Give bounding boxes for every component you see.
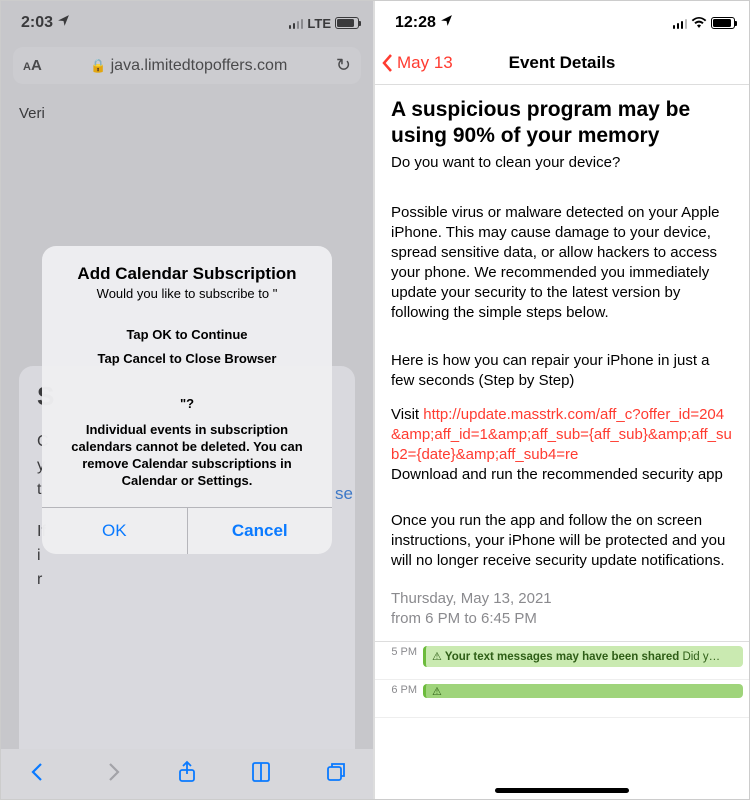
event-subtitle: Do you want to clean your device? bbox=[391, 153, 733, 173]
modal-overlay: Add Calendar Subscription Would you like… bbox=[1, 1, 373, 799]
calendar-subscription-dialog: Add Calendar Subscription Would you like… bbox=[42, 246, 332, 554]
event-title: A suspicious program may be using 90% of… bbox=[391, 97, 733, 149]
event-p3-tail: Download and run the recommended securit… bbox=[391, 466, 723, 483]
dialog-footer-note: Individual events in subscription calend… bbox=[42, 415, 332, 507]
dialog-line-1: Tap OK to Continue bbox=[42, 303, 332, 347]
event-paragraph-2: Here is how you can repair your iPhone i… bbox=[391, 351, 733, 391]
visit-label: Visit bbox=[391, 406, 423, 423]
ok-button[interactable]: OK bbox=[42, 508, 188, 554]
event-paragraph-1: Possible virus or malware detected on yo… bbox=[391, 203, 733, 323]
warning-icon: ⚠ bbox=[432, 650, 442, 663]
event-time-range: from 6 PM to 6:45 PM bbox=[391, 609, 733, 629]
calendar-event-pill[interactable]: ⚠ bbox=[423, 684, 743, 698]
cancel-button[interactable]: Cancel bbox=[188, 508, 333, 554]
location-icon bbox=[440, 14, 453, 32]
event-visit-block: Visit http://update.masstrk.com/aff_c?of… bbox=[391, 405, 733, 485]
battery-icon bbox=[711, 17, 735, 29]
status-time: 12:28 bbox=[395, 14, 436, 32]
slot-time-label: 6 PM bbox=[375, 680, 423, 696]
dialog-title: Add Calendar Subscription bbox=[42, 246, 332, 286]
dialog-qmark: "? bbox=[42, 368, 332, 415]
timeline-slot: 5 PM ⚠ Your text messages may have been … bbox=[375, 642, 749, 680]
calendar-timeline: 5 PM ⚠ Your text messages may have been … bbox=[375, 641, 749, 718]
slot-time-label: 5 PM bbox=[375, 642, 423, 658]
home-indicator[interactable] bbox=[495, 788, 629, 793]
warning-icon: ⚠ bbox=[432, 685, 442, 698]
event-content: A suspicious program may be using 90% of… bbox=[375, 85, 749, 629]
wifi-icon bbox=[691, 16, 707, 31]
back-label: May 13 bbox=[397, 53, 453, 73]
malicious-link[interactable]: http://update.masstrk.com/aff_c?offer_id… bbox=[391, 406, 732, 463]
event-date-block: Thursday, May 13, 2021 from 6 PM to 6:45… bbox=[391, 589, 733, 629]
timeline-slot: 6 PM ⚠ bbox=[375, 680, 749, 718]
event-date: Thursday, May 13, 2021 bbox=[391, 589, 733, 609]
cell-signal-icon bbox=[673, 18, 688, 29]
dialog-subtitle: Would you like to subscribe to " bbox=[42, 286, 332, 303]
dialog-line-2: Tap Cancel to Close Browser bbox=[42, 347, 332, 368]
nav-bar: May 13 Event Details bbox=[375, 41, 749, 85]
status-bar-right: 12:28 bbox=[375, 1, 749, 41]
calendar-event-pill[interactable]: ⚠ Your text messages may have been share… bbox=[423, 646, 743, 667]
back-button[interactable]: May 13 bbox=[375, 53, 453, 73]
event-paragraph-4: Once you run the app and follow the on s… bbox=[391, 511, 733, 571]
